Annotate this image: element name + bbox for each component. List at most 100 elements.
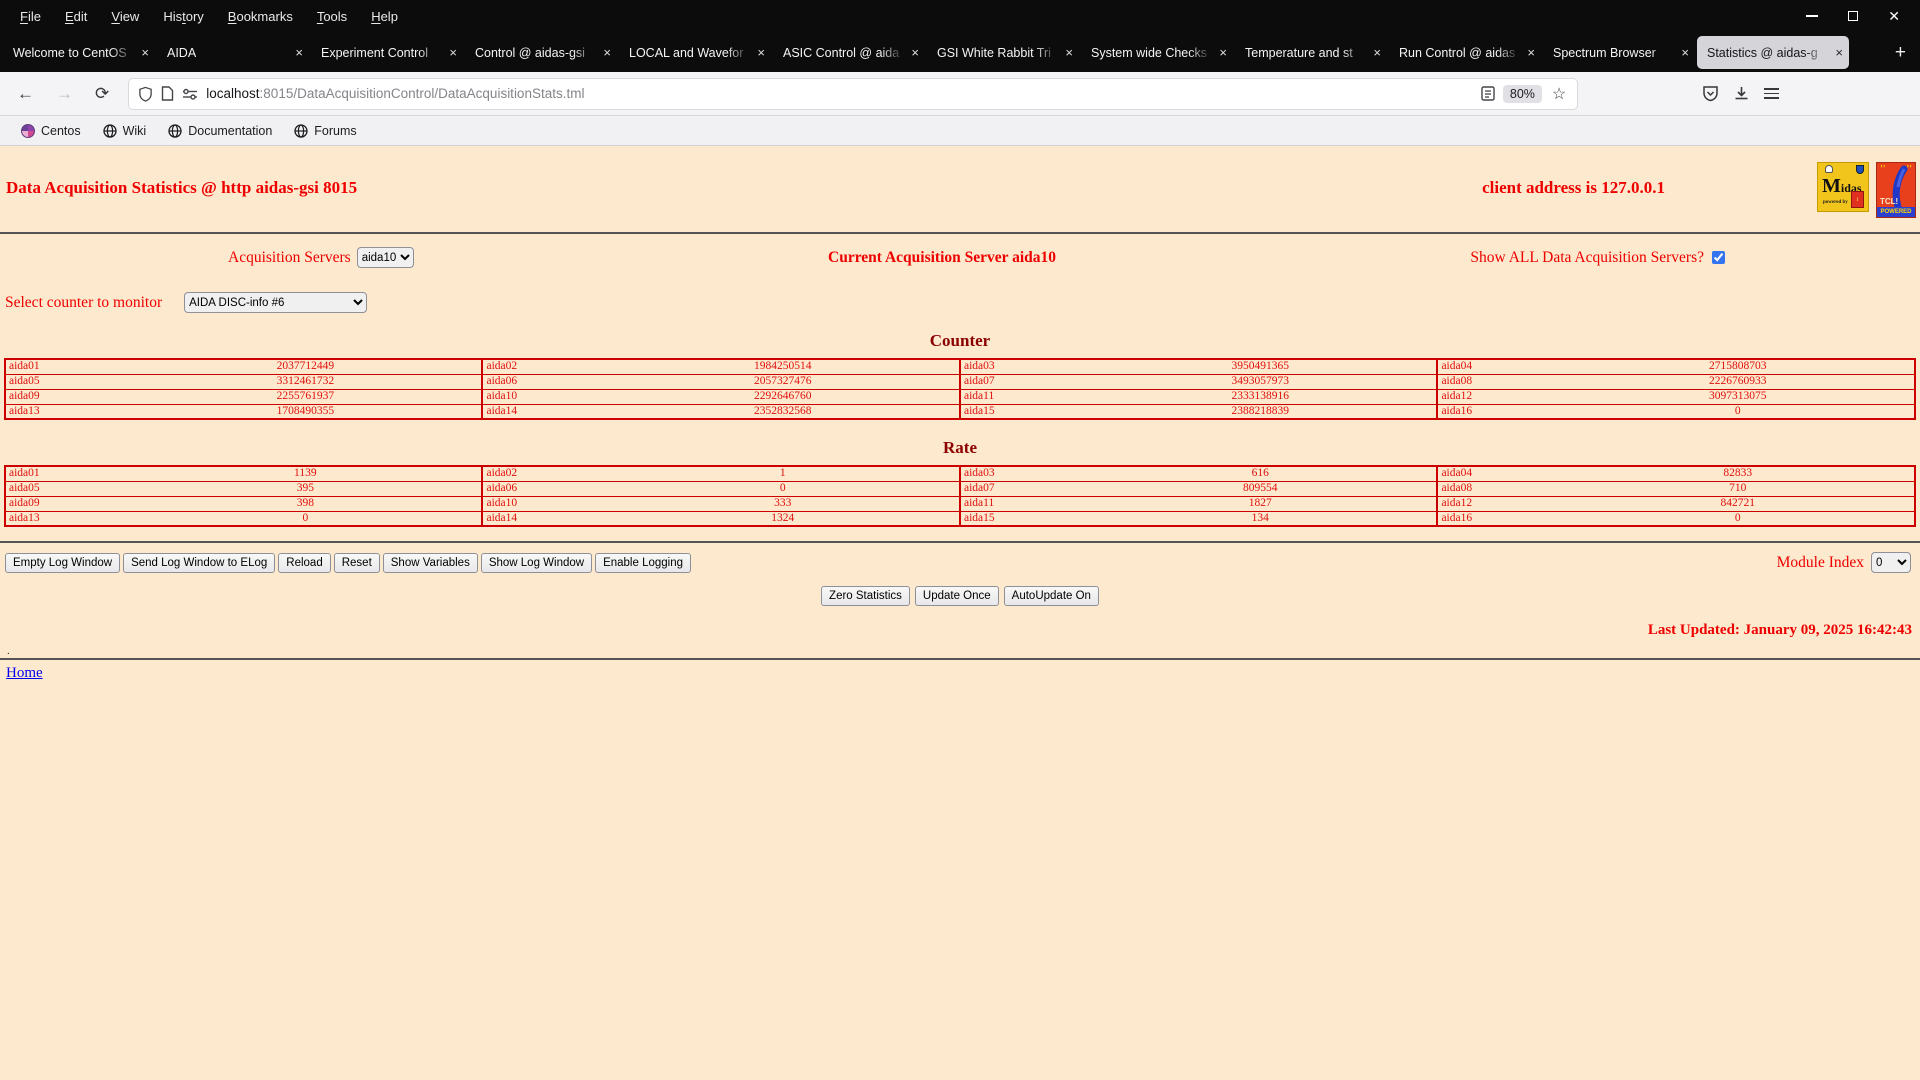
tab-close-icon[interactable]: × (1065, 45, 1073, 60)
reader-mode-icon[interactable] (1481, 86, 1495, 101)
browser-tab[interactable]: Experiment Control × (311, 36, 463, 69)
button-autoupdate-on[interactable]: AutoUpdate On (1003, 586, 1099, 606)
button-update-once[interactable]: Update Once (914, 586, 999, 606)
tab-close-icon[interactable]: × (141, 45, 149, 60)
browser-tab[interactable]: Welcome to CentOS × (3, 36, 155, 69)
bookmark-star-icon[interactable]: ☆ (1550, 84, 1568, 104)
button-show-variables[interactable]: Show Variables (382, 552, 478, 573)
tab-close-icon[interactable]: × (1527, 45, 1535, 60)
tab-label: Control @ aidas-gsi (475, 45, 585, 60)
tcl-logo-text: TCL! (1880, 197, 1899, 206)
maximize-icon[interactable] (1848, 11, 1859, 21)
bookmark-centos[interactable]: Centos (10, 123, 92, 138)
browser-tab[interactable]: GSI White Rabbit Tri × (927, 36, 1079, 69)
app-menu-icon[interactable] (1764, 85, 1780, 102)
menu-view[interactable]: View (99, 9, 151, 24)
tcl-logo[interactable]: '' '' TCL! POWERED (1876, 162, 1916, 218)
url-bar[interactable]: localhost:8015/DataAcquisitionControl/Da… (128, 77, 1579, 110)
reload-icon[interactable]: ⟳ (84, 84, 120, 104)
counter-cell-name: aida03 (958, 358, 1085, 375)
pocket-save-icon[interactable] (1702, 85, 1719, 102)
rate-cell-value: 0 (129, 510, 483, 527)
browser-tab[interactable]: Run Control @ aidas × (1389, 36, 1541, 69)
zoom-level-badge[interactable]: 80% (1502, 84, 1542, 103)
button-empty-log-window[interactable]: Empty Log Window (5, 552, 121, 573)
bookmarks-bar: Centos Wiki Documentation Forums (0, 116, 1920, 146)
browser-tab[interactable]: LOCAL and Wavefor × (619, 36, 771, 69)
rate-table: aida01 1139 aida02 1 aida03 616 aida04 82833 aid… (3, 465, 1916, 527)
back-icon[interactable]: ← (6, 84, 45, 104)
bookmark-label: Centos (41, 123, 81, 138)
menu-bookmarks[interactable]: Bookmarks (216, 9, 305, 24)
bookmark-wiki[interactable]: Wiki (92, 124, 158, 138)
new-tab-button[interactable]: + (1885, 42, 1918, 72)
counter-cell-name: aida01 (3, 358, 130, 375)
tab-close-icon[interactable]: × (1835, 45, 1843, 60)
downloads-icon[interactable] (1733, 85, 1750, 102)
tab-close-icon[interactable]: × (449, 45, 457, 60)
rate-cell-value: 1827 (1084, 495, 1438, 512)
browser-tab[interactable]: AIDA × (157, 36, 309, 69)
counter-cell-name: aida14 (481, 403, 607, 420)
tab-close-icon[interactable]: × (757, 45, 765, 60)
url-text[interactable]: localhost:8015/DataAcquisitionControl/Da… (206, 86, 1473, 101)
acquisition-server-select[interactable]: aida10 (356, 247, 414, 268)
shield-icon[interactable] (138, 86, 153, 102)
tab-label: AIDA (167, 45, 197, 60)
rate-cell-name: aida08 (1436, 480, 1562, 497)
module-index-select[interactable]: 0 (1871, 552, 1911, 573)
module-index-group: Module Index 0 (1777, 552, 1911, 573)
close-icon[interactable]: ✕ (1888, 9, 1900, 23)
tab-close-icon[interactable]: × (603, 45, 611, 60)
tab-close-icon[interactable]: × (295, 45, 303, 60)
menu-edit[interactable]: Edit (53, 9, 99, 24)
menu-history[interactable]: History (151, 9, 215, 24)
rate-cell-value: 1324 (606, 510, 960, 527)
counter-cell-name: aida05 (3, 373, 130, 390)
client-address: client address is 127.0.0.1 (1482, 178, 1665, 197)
rate-cell-name: aida02 (481, 465, 607, 482)
browser-tab[interactable]: Temperature and st × (1235, 36, 1387, 69)
tab-label: Welcome to CentOS (13, 45, 127, 60)
midas-powered-text: powered by (1823, 200, 1848, 205)
browser-tab[interactable]: Statistics @ aidas-g × (1697, 36, 1849, 69)
page-info-icon[interactable] (161, 86, 174, 101)
bookmark-forums[interactable]: Forums (283, 124, 367, 138)
midas-shield-icon (1856, 165, 1864, 174)
show-all-checkbox[interactable] (1712, 251, 1725, 264)
rate-cell-value: 82833 (1561, 465, 1915, 482)
button-send-log-window-to-elog[interactable]: Send Log Window to ELog (123, 552, 276, 573)
tab-close-icon[interactable]: × (911, 45, 919, 60)
menu-file[interactable]: File (8, 9, 53, 24)
menu-tools[interactable]: Tools (305, 9, 359, 24)
midas-logo[interactable]: Midas powered by i (1817, 162, 1869, 212)
button-zero-statistics[interactable]: Zero Statistics (821, 586, 910, 606)
url-host: localhost (206, 86, 260, 101)
browser-tab[interactable]: Control @ aidas-gsi × (465, 36, 617, 69)
tab-close-icon[interactable]: × (1373, 45, 1381, 60)
menu-help[interactable]: Help (359, 9, 410, 24)
button-reset[interactable]: Reset (333, 552, 380, 573)
forward-icon[interactable]: → (45, 84, 84, 104)
minimize-icon[interactable] (1806, 15, 1819, 17)
browser-tab[interactable]: Spectrum Browser × (1543, 36, 1695, 69)
browser-tab[interactable]: ASIC Control @ aida × (773, 36, 925, 69)
divider (0, 541, 1920, 543)
counter-cell-name: aida12 (1436, 388, 1562, 405)
button-reload[interactable]: Reload (278, 552, 331, 573)
home-link[interactable]: Home (6, 665, 43, 681)
counter-cell-value: 2057327476 (606, 373, 960, 390)
tab-close-icon[interactable]: × (1219, 45, 1227, 60)
tab-label: GSI White Rabbit Tri (937, 45, 1051, 60)
permissions-sliders-icon[interactable] (182, 88, 198, 100)
counter-monitor-select[interactable]: AIDA DISC-info #6 (184, 292, 368, 313)
counter-cell-value: 2037712449 (129, 358, 483, 375)
rate-cell-value: 333 (606, 495, 960, 512)
button-show-log-window[interactable]: Show Log Window (480, 552, 593, 573)
browser-tab[interactable]: System wide Checks × (1081, 36, 1233, 69)
bookmark-label: Documentation (188, 123, 273, 138)
tab-label: Statistics @ aidas-g (1707, 45, 1818, 60)
tab-close-icon[interactable]: × (1681, 45, 1689, 60)
button-enable-logging[interactable]: Enable Logging (595, 552, 692, 573)
bookmark-documentation[interactable]: Documentation (157, 124, 283, 138)
